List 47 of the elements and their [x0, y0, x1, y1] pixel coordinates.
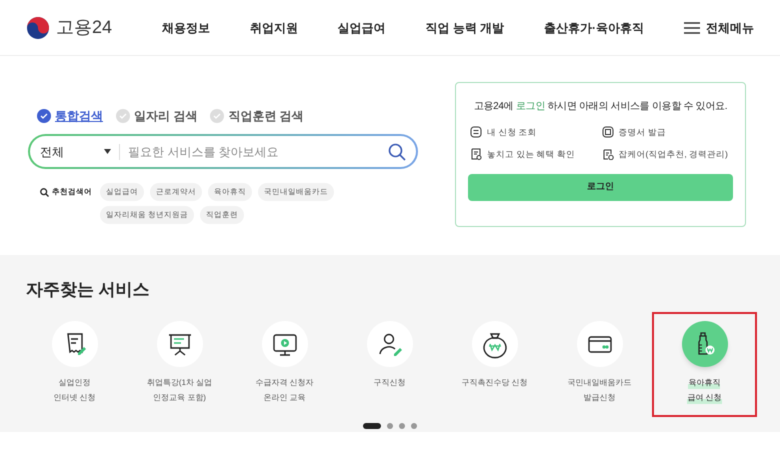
all-menu-link[interactable]: 전체메뉴 — [706, 18, 754, 36]
service-label: 구직촉진수당 신청 — [461, 377, 528, 389]
service-label: 취업특강(1차 실업 — [146, 377, 212, 389]
nav-link[interactable]: 출산휴가·육아휴직 — [544, 18, 644, 36]
nav-link[interactable]: 실업급여 — [338, 18, 386, 36]
service-label: 온라인 교육 — [263, 392, 306, 404]
service-label: 인정교육 포함) — [153, 392, 206, 404]
category-dropdown[interactable]: 전체 — [40, 142, 104, 160]
document-icon — [470, 148, 482, 160]
service-item[interactable]: 국민내일배움카드 발급신청 — [547, 312, 652, 417]
service-label: 인터넷 신청 — [53, 392, 96, 404]
service-item[interactable]: 구직촉진수당 신청 — [442, 312, 547, 417]
nav-link[interactable]: 채용정보 — [162, 18, 210, 36]
service-item[interactable]: 구직신청 — [337, 312, 442, 417]
menu-icon[interactable] — [684, 22, 700, 34]
site-logo-text[interactable]: 고용24 — [56, 14, 112, 41]
login-message: 고용24에 로그인 하시면 아래의 서비스를 이용할 수 있어요. — [472, 100, 728, 114]
search-field[interactable]: 전체 필요한 서비스를 찾아보세요 — [28, 134, 418, 169]
service-item[interactable]: 취업특강(1차 실업 인정교육 포함) — [127, 312, 232, 417]
service-label: 급여 신청 — [687, 392, 722, 404]
login-service-label: 증명서 발급 — [618, 126, 666, 139]
nav-link[interactable]: 직업 능력 개발 — [425, 18, 504, 36]
service-label: 수급자격 신청자 — [255, 377, 314, 389]
logo-icon — [26, 16, 50, 40]
service-item[interactable]: 실업인정 인터넷 신청 — [22, 312, 127, 417]
service-label: 국민내일배움카드 — [568, 377, 632, 389]
login-button[interactable]: 로그인 — [468, 174, 733, 200]
caret-icon — [104, 149, 111, 154]
service-label: 실업인정 — [58, 377, 90, 389]
highlighted-service-item[interactable]: 육아휴직 급여 신청 — [652, 312, 757, 417]
service-label: 발급신청 — [584, 392, 616, 404]
login-service-label: 내 신청 조회 — [487, 126, 537, 139]
search-tab[interactable]: 통합검색 — [55, 107, 103, 125]
search-icon[interactable] — [388, 142, 406, 160]
section-title: 자주찾는 서비스 — [26, 281, 151, 298]
career-icon — [602, 148, 614, 160]
search-icon — [40, 188, 49, 196]
service-label: 구직신청 — [374, 377, 406, 389]
service-item[interactable]: 수급자격 신청자 온라인 교육 — [232, 312, 337, 417]
search-tab[interactable]: 일자리 검색 — [134, 107, 198, 125]
search-tab[interactable]: 직업훈련 검색 — [228, 107, 304, 125]
login-service-label: 잡케어(직업추천, 경력관리) — [618, 148, 728, 160]
nav-link[interactable]: 취업지원 — [250, 18, 298, 36]
list-icon — [470, 126, 482, 138]
service-label: 육아휴직 — [688, 377, 720, 389]
login-service-label: 놓치고 있는 혜택 확인 — [487, 148, 576, 160]
certificate-icon — [602, 126, 614, 138]
